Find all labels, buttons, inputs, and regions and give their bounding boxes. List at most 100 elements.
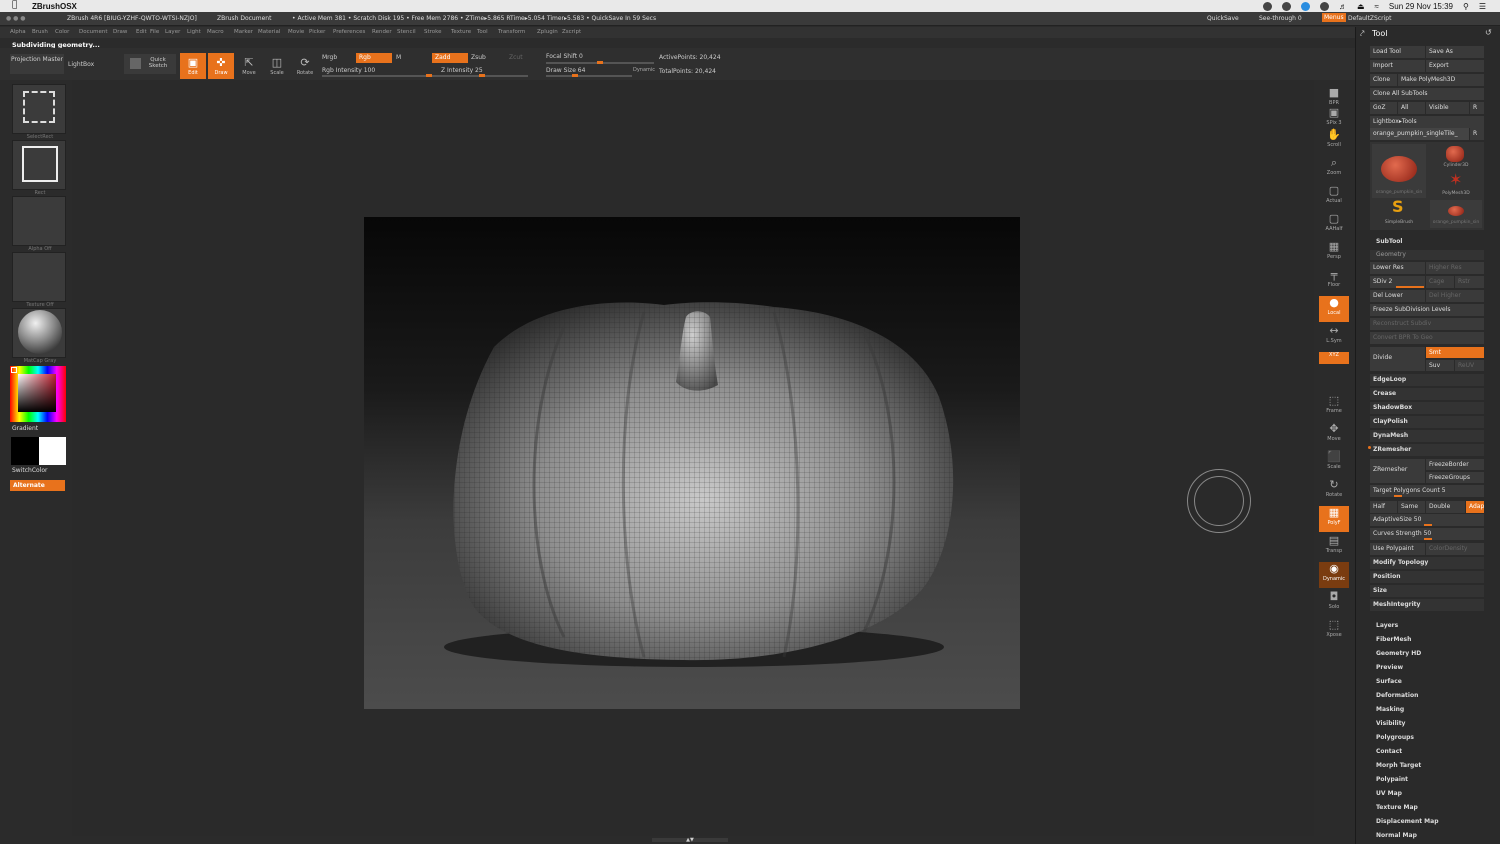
make-polymesh-button[interactable]: Make PolyMesh3D bbox=[1398, 74, 1484, 86]
l-sym-button[interactable]: ↔ L.Sym bbox=[1319, 324, 1349, 350]
section-deformation[interactable]: Deformation bbox=[1376, 692, 1418, 699]
load-tool-button[interactable]: Load Tool bbox=[1370, 46, 1425, 58]
menu-zscript[interactable]: Zscript bbox=[562, 29, 581, 35]
menu-document[interactable]: Document bbox=[79, 29, 108, 35]
menu-icon[interactable]: ☰ bbox=[1479, 2, 1486, 11]
bottom-shelf-toggle[interactable]: ▲▼ bbox=[652, 838, 728, 843]
material-selector[interactable]: MatCap Gray bbox=[12, 308, 66, 364]
section-masking[interactable]: Masking bbox=[1376, 706, 1404, 713]
move-button[interactable]: ⇱ Move bbox=[236, 53, 262, 79]
all-button[interactable]: All bbox=[1398, 102, 1425, 114]
reuv-button[interactable]: ReUV bbox=[1455, 360, 1484, 371]
scale-button[interactable]: ⬛ Scale bbox=[1319, 450, 1349, 476]
smt-toggle[interactable]: Smt bbox=[1426, 347, 1484, 358]
suv-toggle[interactable]: Suv bbox=[1426, 360, 1454, 371]
status-icon[interactable] bbox=[1262, 1, 1272, 11]
zremesher-section[interactable]: ZRemesher bbox=[1370, 444, 1484, 456]
crease-section[interactable]: Crease bbox=[1370, 388, 1484, 400]
goz-button[interactable]: GoZ bbox=[1370, 102, 1397, 114]
higher-res-button[interactable]: Higher Res bbox=[1426, 262, 1484, 274]
menu-layer[interactable]: Layer bbox=[165, 29, 180, 35]
z-intensity-handle[interactable] bbox=[479, 74, 486, 77]
move-button[interactable]: ✥ Move bbox=[1319, 422, 1349, 448]
edit-button[interactable]: ▣ Edit bbox=[180, 53, 206, 79]
freeze-subdiv-button[interactable]: Freeze SubDivision Levels bbox=[1370, 304, 1484, 316]
dynamic-toggle[interactable]: Dynamic bbox=[633, 67, 655, 73]
color-marker[interactable] bbox=[11, 367, 17, 373]
menu-movie[interactable]: Movie bbox=[288, 29, 304, 35]
export-button[interactable]: Export bbox=[1426, 60, 1484, 72]
stroke-selector[interactable]: Rect bbox=[12, 140, 66, 196]
solo-button[interactable]: ◘ Solo bbox=[1319, 590, 1349, 616]
main-color-swatch[interactable] bbox=[11, 437, 39, 465]
quick-sketch-button[interactable]: Quick Sketch bbox=[124, 54, 176, 74]
section-uv-map[interactable]: UV Map bbox=[1376, 790, 1402, 797]
menu-light[interactable]: Light bbox=[187, 29, 201, 35]
polyf-button[interactable]: ▦ PolyF bbox=[1319, 506, 1349, 532]
alpha-selector[interactable]: SelectRect bbox=[12, 84, 66, 140]
half-button[interactable]: Half bbox=[1370, 501, 1397, 513]
scroll-button[interactable]: ✋ Scroll bbox=[1319, 128, 1349, 154]
convert-bpr-button[interactable]: Convert BPR To Geo bbox=[1370, 332, 1484, 344]
z-intensity-slider[interactable] bbox=[432, 74, 528, 77]
freezeborder-toggle[interactable]: FreezeBorder bbox=[1426, 459, 1484, 470]
palette-refresh-icon[interactable]: ↺ bbox=[1485, 28, 1492, 37]
status-icon[interactable] bbox=[1319, 1, 1329, 11]
tool-thumb-polymesh[interactable]: ✶ PolyMesh3D bbox=[1430, 170, 1482, 198]
draw-size-handle[interactable] bbox=[571, 74, 578, 77]
section-geometry-hd[interactable]: Geometry HD bbox=[1376, 650, 1421, 657]
m-button[interactable]: M bbox=[396, 54, 401, 61]
rotate-button[interactable]: ↻ Rotate bbox=[1319, 478, 1349, 504]
menu-tool[interactable]: Tool bbox=[477, 29, 488, 35]
menu-texture[interactable]: Texture bbox=[451, 29, 471, 35]
section-polygroups[interactable]: Polygroups bbox=[1376, 734, 1414, 741]
color-picker[interactable] bbox=[10, 366, 66, 422]
menu-transform[interactable]: Transform bbox=[498, 29, 525, 35]
focal-shift-handle[interactable] bbox=[597, 61, 603, 64]
lightbox-tools-button[interactable]: Lightbox▸Tools bbox=[1370, 116, 1484, 128]
zsub-button[interactable]: Zsub bbox=[471, 54, 486, 61]
tool-thumb-simplebrush[interactable]: S SimpleBrush bbox=[1372, 197, 1426, 228]
divide-button[interactable]: Divide bbox=[1370, 347, 1425, 371]
mrgb-button[interactable]: Mrgb bbox=[322, 54, 337, 61]
menu-zplugin[interactable]: Zplugin bbox=[537, 29, 558, 35]
switchcolor-button[interactable]: SwitchColor bbox=[12, 467, 48, 474]
section-displacement-map[interactable]: Displacement Map bbox=[1376, 818, 1439, 825]
floor-button[interactable]: ╤ Floor bbox=[1319, 268, 1349, 294]
lightbox-button[interactable]: LightBox bbox=[68, 61, 94, 68]
size-section[interactable]: Size bbox=[1370, 585, 1484, 597]
status-icon[interactable] bbox=[1300, 1, 1310, 11]
draw-size-slider[interactable] bbox=[546, 74, 632, 77]
modify-topology-section[interactable]: Modify Topology bbox=[1370, 557, 1484, 569]
transp-button[interactable]: ▤ Transp bbox=[1319, 534, 1349, 560]
same-button[interactable]: Same bbox=[1398, 501, 1425, 513]
xyz-button[interactable]: XYZ bbox=[1319, 352, 1349, 364]
rstr-button[interactable]: Rstr bbox=[1455, 276, 1484, 288]
section-texture-map[interactable]: Texture Map bbox=[1376, 804, 1418, 811]
secondary-color-swatch[interactable] bbox=[39, 437, 66, 465]
zcut-button[interactable]: Zcut bbox=[509, 54, 523, 61]
save-as-button[interactable]: Save As bbox=[1426, 46, 1484, 58]
section-preview[interactable]: Preview bbox=[1376, 664, 1403, 671]
spotlight-icon[interactable]: ⚲ bbox=[1463, 2, 1469, 11]
claypolish-section[interactable]: ClayPolish bbox=[1370, 416, 1484, 428]
menus-toggle[interactable]: Menus bbox=[1322, 13, 1346, 22]
menu-draw[interactable]: Draw bbox=[113, 29, 127, 35]
edgeloop-section[interactable]: EdgeLoop bbox=[1370, 374, 1484, 386]
palette-handle-icon[interactable]: ⤤ bbox=[1360, 29, 1365, 39]
zadd-button[interactable]: Zadd bbox=[432, 53, 468, 63]
texture-selector[interactable]: Texture Off bbox=[12, 252, 66, 308]
target-polygons-slider[interactable]: Target Polygons Count 5 bbox=[1370, 485, 1484, 497]
rgb-intensity-slider[interactable] bbox=[322, 74, 432, 77]
section-morph-target[interactable]: Morph Target bbox=[1376, 762, 1421, 769]
scale-button[interactable]: ◫ Scale bbox=[264, 53, 290, 79]
status-icon[interactable] bbox=[1281, 1, 1291, 11]
local-button[interactable]: ● Local bbox=[1319, 296, 1349, 322]
freezegroups-toggle[interactable]: FreezeGroups bbox=[1426, 472, 1484, 483]
tool-thumb-pumpkin[interactable]: orange_pumpkin_sin bbox=[1372, 144, 1426, 198]
seethrough-slider[interactable]: See-through 0 bbox=[1259, 15, 1302, 22]
tool-thumb-pumpkin-2[interactable]: orange_pumpkin_sin bbox=[1430, 200, 1482, 228]
menu-color[interactable]: Color bbox=[55, 29, 69, 35]
menu-file[interactable]: File bbox=[150, 29, 159, 35]
rotate-button[interactable]: ⟳ Rotate bbox=[292, 53, 318, 79]
